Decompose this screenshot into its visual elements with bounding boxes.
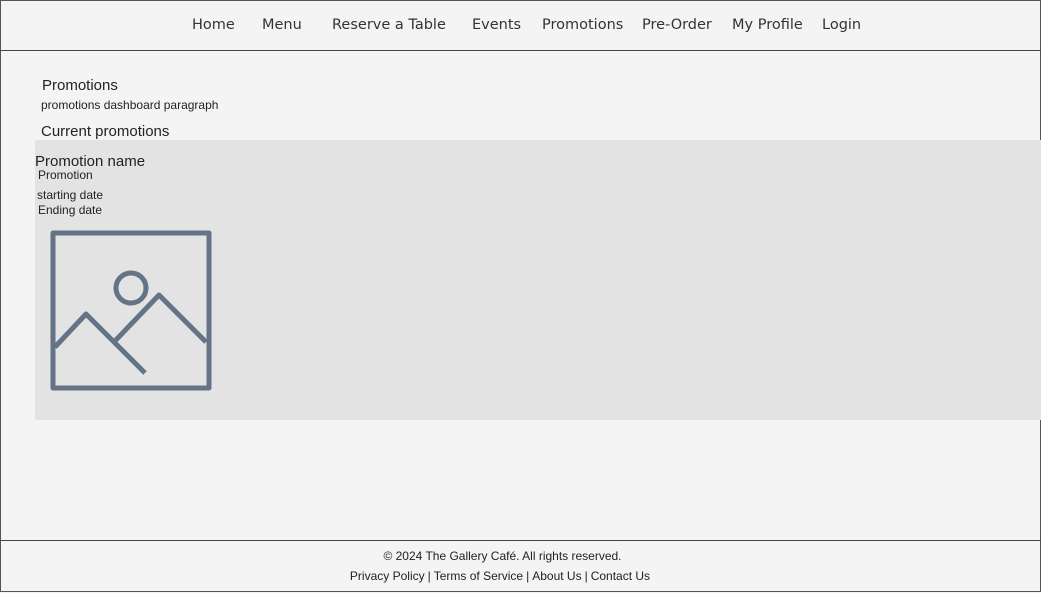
footer-separator: | — [526, 569, 530, 583]
section-title: Current promotions — [41, 123, 170, 140]
footer-link-about-us[interactable]: About Us — [532, 569, 581, 583]
promotion-start-date: starting date — [37, 188, 104, 202]
page-title: Promotions — [42, 77, 118, 94]
nav-home[interactable]: Home — [192, 17, 235, 33]
site-header: Home Menu Reserve a Table Events Promoti… — [0, 0, 1041, 51]
site-footer: © 2024 The Gallery Café. All rights rese… — [0, 540, 1041, 593]
footer-separator: | — [584, 569, 588, 583]
promotion-detail: Promotion — [38, 168, 93, 182]
nav-reserve-table[interactable]: Reserve a Table — [332, 17, 446, 33]
nav-my-profile[interactable]: My Profile — [732, 17, 803, 33]
footer-link-privacy-policy[interactable]: Privacy Policy — [350, 569, 425, 583]
nav-pre-order[interactable]: Pre-Order — [642, 17, 712, 33]
nav-events[interactable]: Events — [472, 17, 521, 33]
footer-link-terms-of-service[interactable]: Terms of Service — [434, 569, 523, 583]
page-description: promotions dashboard paragraph — [41, 98, 219, 112]
nav-login[interactable]: Login — [822, 17, 861, 33]
nav-promotions[interactable]: Promotions — [542, 17, 623, 33]
image-placeholder-icon — [50, 230, 212, 392]
footer-links: Privacy Policy | Terms of Service | About Us… — [0, 569, 1000, 583]
nav-menu[interactable]: Menu — [262, 17, 302, 33]
copyright-text: © 2024 The Gallery Café. All rights rese… — [383, 549, 622, 563]
footer-separator: | — [427, 569, 431, 583]
promotion-end-date: Ending date — [38, 203, 103, 217]
promotion-card: Promotion name Promotion starting date E… — [35, 140, 1041, 420]
footer-link-contact-us[interactable]: Contact Us — [591, 569, 650, 583]
